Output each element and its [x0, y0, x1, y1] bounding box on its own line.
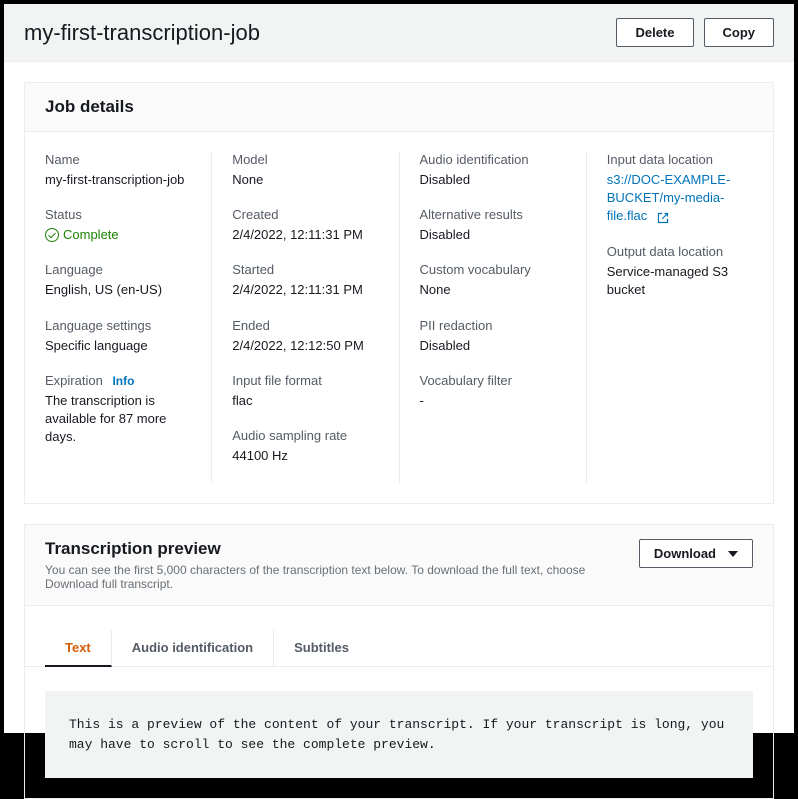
- expiration-label: Expiration Info: [45, 373, 191, 388]
- status-label: Status: [45, 207, 191, 222]
- format-label: Input file format: [232, 373, 378, 388]
- download-button[interactable]: Download: [639, 539, 753, 568]
- info-link[interactable]: Info: [112, 374, 134, 388]
- delete-button[interactable]: Delete: [616, 18, 693, 47]
- page-title: my-first-transcription-job: [24, 20, 260, 46]
- name-label: Name: [45, 152, 191, 167]
- alt-results-label: Alternative results: [420, 207, 566, 222]
- download-label: Download: [654, 546, 716, 561]
- vfilter-label: Vocabulary filter: [420, 373, 566, 388]
- lang-settings-value: Specific language: [45, 337, 191, 355]
- job-details-panel: Job details Name my-first-transcription-…: [24, 82, 774, 504]
- preview-title: Transcription preview: [45, 539, 639, 559]
- sampling-label: Audio sampling rate: [232, 428, 378, 443]
- audio-id-label: Audio identification: [420, 152, 566, 167]
- details-col-1: Name my-first-transcription-job Status C…: [45, 152, 212, 483]
- input-loc-label: Input data location: [607, 152, 753, 167]
- preview-subtitle: You can see the first 5,000 characters o…: [45, 563, 639, 591]
- sampling-value: 44100 Hz: [232, 447, 378, 465]
- details-col-3: Audio identification Disabled Alternativ…: [400, 152, 587, 483]
- output-loc-label: Output data location: [607, 244, 753, 259]
- model-label: Model: [232, 152, 378, 167]
- ended-label: Ended: [232, 318, 378, 333]
- page-header: my-first-transcription-job Delete Copy: [4, 4, 794, 62]
- pii-value: Disabled: [420, 337, 566, 355]
- external-link-icon[interactable]: [657, 211, 669, 223]
- tab-audio-identification[interactable]: Audio identification: [112, 630, 274, 666]
- job-details-body: Name my-first-transcription-job Status C…: [25, 132, 773, 503]
- model-value: None: [232, 171, 378, 189]
- details-col-2: Model None Created 2/4/2022, 12:11:31 PM…: [212, 152, 399, 483]
- preview-panel: Transcription preview You can see the fi…: [24, 524, 774, 799]
- check-circle-icon: [45, 228, 59, 242]
- tab-subtitles[interactable]: Subtitles: [274, 630, 369, 666]
- alt-results-value: Disabled: [420, 226, 566, 244]
- created-label: Created: [232, 207, 378, 222]
- copy-button[interactable]: Copy: [704, 18, 775, 47]
- status-value: Complete: [45, 226, 191, 244]
- preview-tabs: Text Audio identification Subtitles: [25, 606, 773, 667]
- output-loc-value: Service-managed S3 bucket: [607, 263, 753, 299]
- language-value: English, US (en-US): [45, 281, 191, 299]
- created-value: 2/4/2022, 12:11:31 PM: [232, 226, 378, 244]
- input-loc-value: s3://DOC-EXAMPLE-BUCKET/my-media-file.fl…: [607, 171, 753, 226]
- format-value: flac: [232, 392, 378, 410]
- vocab-value: None: [420, 281, 566, 299]
- job-details-title: Job details: [45, 97, 753, 117]
- name-value: my-first-transcription-job: [45, 171, 191, 189]
- job-details-header: Job details: [25, 83, 773, 132]
- details-col-4: Input data location s3://DOC-EXAMPLE-BUC…: [587, 152, 753, 483]
- tab-text[interactable]: Text: [45, 630, 112, 667]
- preview-header: Transcription preview You can see the fi…: [25, 525, 773, 606]
- vfilter-value: -: [420, 392, 566, 410]
- header-actions: Delete Copy: [616, 18, 774, 47]
- chevron-down-icon: [728, 551, 738, 557]
- expiration-value: The transcription is available for 87 mo…: [45, 392, 191, 447]
- ended-value: 2/4/2022, 12:12:50 PM: [232, 337, 378, 355]
- started-label: Started: [232, 262, 378, 277]
- pii-label: PII redaction: [420, 318, 566, 333]
- audio-id-value: Disabled: [420, 171, 566, 189]
- status-text: Complete: [63, 226, 119, 244]
- language-label: Language: [45, 262, 191, 277]
- started-value: 2/4/2022, 12:11:31 PM: [232, 281, 378, 299]
- transcript-preview-box: This is a preview of the content of your…: [45, 691, 753, 778]
- lang-settings-label: Language settings: [45, 318, 191, 333]
- vocab-label: Custom vocabulary: [420, 262, 566, 277]
